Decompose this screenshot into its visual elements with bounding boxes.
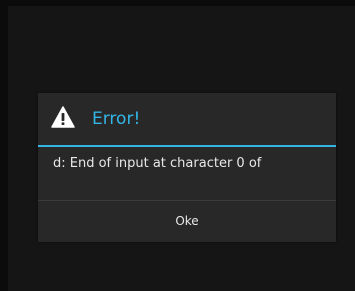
dialog-title: Error! bbox=[92, 109, 141, 129]
error-dialog: Error! d: End of input at character 0 of… bbox=[38, 93, 336, 242]
dialog-header: Error! bbox=[38, 93, 336, 145]
screen: Error! d: End of input at character 0 of… bbox=[0, 0, 355, 291]
ok-button[interactable]: Oke bbox=[38, 201, 336, 242]
warning-icon bbox=[51, 106, 75, 128]
dialog-message: d: End of input at character 0 of bbox=[53, 156, 262, 171]
title-divider bbox=[38, 145, 336, 147]
